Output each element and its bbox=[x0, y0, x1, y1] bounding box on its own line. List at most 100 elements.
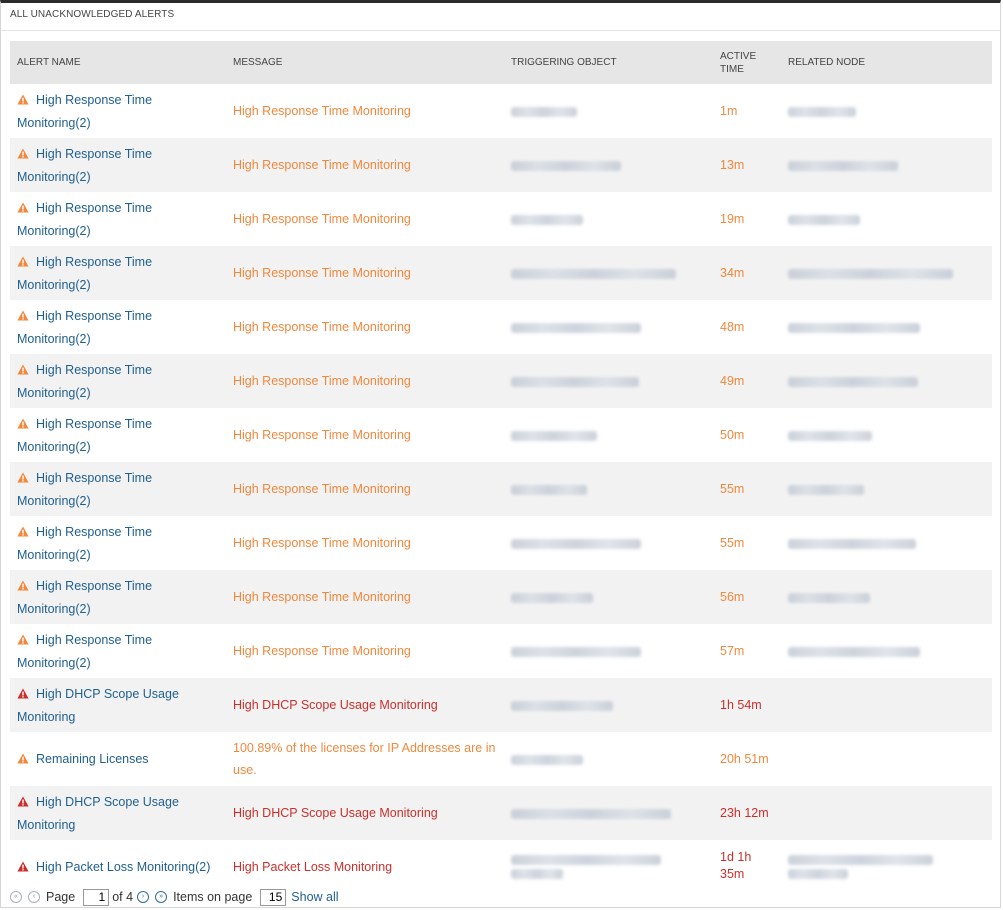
related-node-cell[interactable] bbox=[781, 624, 992, 678]
table-row[interactable]: High Response Time Monitoring(2) High Res… bbox=[10, 570, 992, 624]
redacted-object bbox=[511, 754, 583, 765]
related-node-cell[interactable] bbox=[781, 408, 992, 462]
column-header-related-node[interactable]: RELATED NODE bbox=[781, 41, 992, 84]
alert-name-cell: High Response Time Monitoring(2) bbox=[10, 192, 226, 246]
triggering-object-cell[interactable] bbox=[504, 732, 713, 786]
triggering-object-cell[interactable] bbox=[504, 462, 713, 516]
alert-name-link[interactable]: High Response Time Monitoring(2) bbox=[17, 579, 152, 616]
column-header-message[interactable]: MESSAGE bbox=[226, 41, 504, 84]
alert-name-link[interactable]: High DHCP Scope Usage Monitoring bbox=[17, 687, 179, 724]
redacted-object bbox=[511, 160, 621, 171]
table-row[interactable]: High Response Time Monitoring(2) High Res… bbox=[10, 84, 992, 138]
triggering-object-cell[interactable] bbox=[504, 300, 713, 354]
alerts-panel: ALL UNACKNOWLEDGED ALERTS ALERT NAME MES… bbox=[0, 0, 1001, 908]
redacted-object bbox=[511, 484, 587, 495]
related-node-cell[interactable] bbox=[781, 300, 992, 354]
triggering-object-cell[interactable] bbox=[504, 840, 713, 894]
related-node-cell[interactable] bbox=[781, 732, 992, 786]
alert-name-link[interactable]: High Response Time Monitoring(2) bbox=[17, 417, 152, 454]
column-header-triggering-object[interactable]: TRIGGERING OBJECT bbox=[504, 41, 713, 84]
alert-name-link[interactable]: High Response Time Monitoring(2) bbox=[17, 471, 152, 508]
related-node-cell[interactable] bbox=[781, 840, 992, 894]
alert-name-link[interactable]: High Response Time Monitoring(2) bbox=[17, 93, 152, 130]
related-node-cell[interactable] bbox=[781, 786, 992, 840]
table-row[interactable]: High DHCP Scope Usage Monitoring High DHC… bbox=[10, 678, 992, 732]
alert-name-link[interactable]: High Response Time Monitoring(2) bbox=[17, 309, 152, 346]
table-row[interactable]: High DHCP Scope Usage Monitoring High DHC… bbox=[10, 786, 992, 840]
active-time-cell: 50m bbox=[713, 408, 781, 462]
alert-name-cell: High Response Time Monitoring(2) bbox=[10, 300, 226, 354]
related-node-cell[interactable] bbox=[781, 246, 992, 300]
message-cell: High Response Time Monitoring bbox=[226, 192, 504, 246]
alert-name-link[interactable]: High Response Time Monitoring(2) bbox=[17, 201, 152, 238]
triggering-object-cell[interactable] bbox=[504, 84, 713, 138]
triggering-object-cell[interactable] bbox=[504, 516, 713, 570]
table-row[interactable]: High Response Time Monitoring(2) High Res… bbox=[10, 354, 992, 408]
alert-name-cell: High Response Time Monitoring(2) bbox=[10, 138, 226, 192]
alerts-table: ALERT NAME MESSAGE TRIGGERING OBJECT ACT… bbox=[10, 41, 992, 894]
title-divider bbox=[1, 30, 1000, 31]
alert-name-link[interactable]: High Response Time Monitoring(2) bbox=[17, 363, 152, 400]
alert-name-link[interactable]: Remaining Licenses bbox=[36, 752, 149, 766]
triggering-object-cell[interactable] bbox=[504, 570, 713, 624]
triggering-object-cell[interactable] bbox=[504, 624, 713, 678]
table-row[interactable]: High Response Time Monitoring(2) High Res… bbox=[10, 138, 992, 192]
table-header-row: ALERT NAME MESSAGE TRIGGERING OBJECT ACT… bbox=[10, 41, 992, 84]
related-node-cell[interactable] bbox=[781, 570, 992, 624]
table-row[interactable]: High Response Time Monitoring(2) High Res… bbox=[10, 624, 992, 678]
redacted-node bbox=[788, 322, 920, 333]
page-number-input[interactable] bbox=[83, 888, 110, 906]
triggering-object-cell[interactable] bbox=[504, 192, 713, 246]
alert-message: High Response Time Monitoring bbox=[233, 158, 411, 172]
related-node-cell[interactable] bbox=[781, 138, 992, 192]
alert-name-link[interactable]: High Response Time Monitoring(2) bbox=[17, 255, 152, 292]
triggering-object-cell[interactable] bbox=[504, 408, 713, 462]
alert-name-link[interactable]: High Packet Loss Monitoring(2) bbox=[36, 860, 210, 874]
warning-icon bbox=[17, 468, 30, 490]
triggering-object-cell[interactable] bbox=[504, 678, 713, 732]
alert-name-link[interactable]: High Response Time Monitoring(2) bbox=[17, 147, 152, 184]
related-node-cell[interactable] bbox=[781, 192, 992, 246]
table-row[interactable]: Remaining Licenses 100.89% of the license… bbox=[10, 732, 992, 786]
redacted-node bbox=[788, 376, 918, 387]
table-row[interactable]: High Response Time Monitoring(2) High Res… bbox=[10, 300, 992, 354]
prev-page-icon[interactable]: ‹ bbox=[28, 891, 40, 903]
table-row[interactable]: High Packet Loss Monitoring(2) High Packe… bbox=[10, 840, 992, 894]
alert-name-link[interactable]: High DHCP Scope Usage Monitoring bbox=[17, 795, 179, 832]
active-time: 1m bbox=[720, 104, 738, 118]
triggering-object-cell[interactable] bbox=[504, 786, 713, 840]
triggering-object-cell[interactable] bbox=[504, 246, 713, 300]
alert-name-link[interactable]: High Response Time Monitoring(2) bbox=[17, 525, 152, 562]
active-time-cell: 1d 1h 35m bbox=[713, 840, 781, 894]
message-cell: High Response Time Monitoring bbox=[226, 462, 504, 516]
alert-name-cell: High Response Time Monitoring(2) bbox=[10, 84, 226, 138]
triggering-object-cell[interactable] bbox=[504, 354, 713, 408]
show-all-link[interactable]: Show all bbox=[291, 890, 338, 904]
table-row[interactable]: High Response Time Monitoring(2) High Res… bbox=[10, 246, 992, 300]
table-row[interactable]: High Response Time Monitoring(2) High Res… bbox=[10, 462, 992, 516]
related-node-cell[interactable] bbox=[781, 354, 992, 408]
related-node-cell[interactable] bbox=[781, 462, 992, 516]
next-page-icon[interactable]: › bbox=[137, 891, 150, 903]
items-per-page-input[interactable] bbox=[260, 888, 287, 906]
column-header-alert-name[interactable]: ALERT NAME bbox=[10, 41, 226, 84]
warning-icon bbox=[17, 252, 30, 274]
message-cell: High Response Time Monitoring bbox=[226, 246, 504, 300]
related-node-cell[interactable] bbox=[781, 678, 992, 732]
triggering-object-cell[interactable] bbox=[504, 138, 713, 192]
column-header-active-time[interactable]: ACTIVE TIME bbox=[713, 41, 781, 84]
first-page-icon[interactable]: « bbox=[10, 891, 22, 903]
redacted-object bbox=[511, 268, 676, 279]
table-row[interactable]: High Response Time Monitoring(2) High Res… bbox=[10, 516, 992, 570]
message-cell: High Response Time Monitoring bbox=[226, 300, 504, 354]
related-node-cell[interactable] bbox=[781, 84, 992, 138]
related-node-cell[interactable] bbox=[781, 516, 992, 570]
alert-name-cell: High Response Time Monitoring(2) bbox=[10, 354, 226, 408]
table-row[interactable]: High Response Time Monitoring(2) High Res… bbox=[10, 408, 992, 462]
table-row[interactable]: High Response Time Monitoring(2) High Res… bbox=[10, 192, 992, 246]
last-page-icon[interactable]: » bbox=[155, 891, 168, 903]
active-time-cell: 56m bbox=[713, 570, 781, 624]
alert-name-link[interactable]: High Response Time Monitoring(2) bbox=[17, 633, 152, 670]
redacted-object bbox=[511, 869, 563, 879]
active-time: 55m bbox=[720, 482, 745, 496]
